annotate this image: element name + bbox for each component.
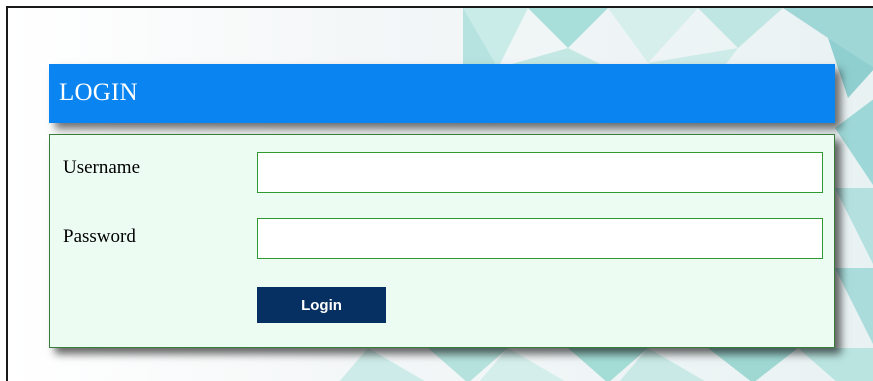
username-label: Username: [63, 157, 141, 178]
login-form: Username Password Login: [49, 134, 835, 348]
username-input[interactable]: [257, 152, 823, 193]
login-header: LOGIN: [49, 64, 835, 123]
page-frame: LOGIN Username Password Login: [6, 6, 873, 381]
login-button[interactable]: Login: [257, 287, 386, 323]
password-label: Password: [63, 226, 136, 247]
login-title: LOGIN: [59, 79, 138, 106]
password-input[interactable]: [257, 218, 823, 259]
